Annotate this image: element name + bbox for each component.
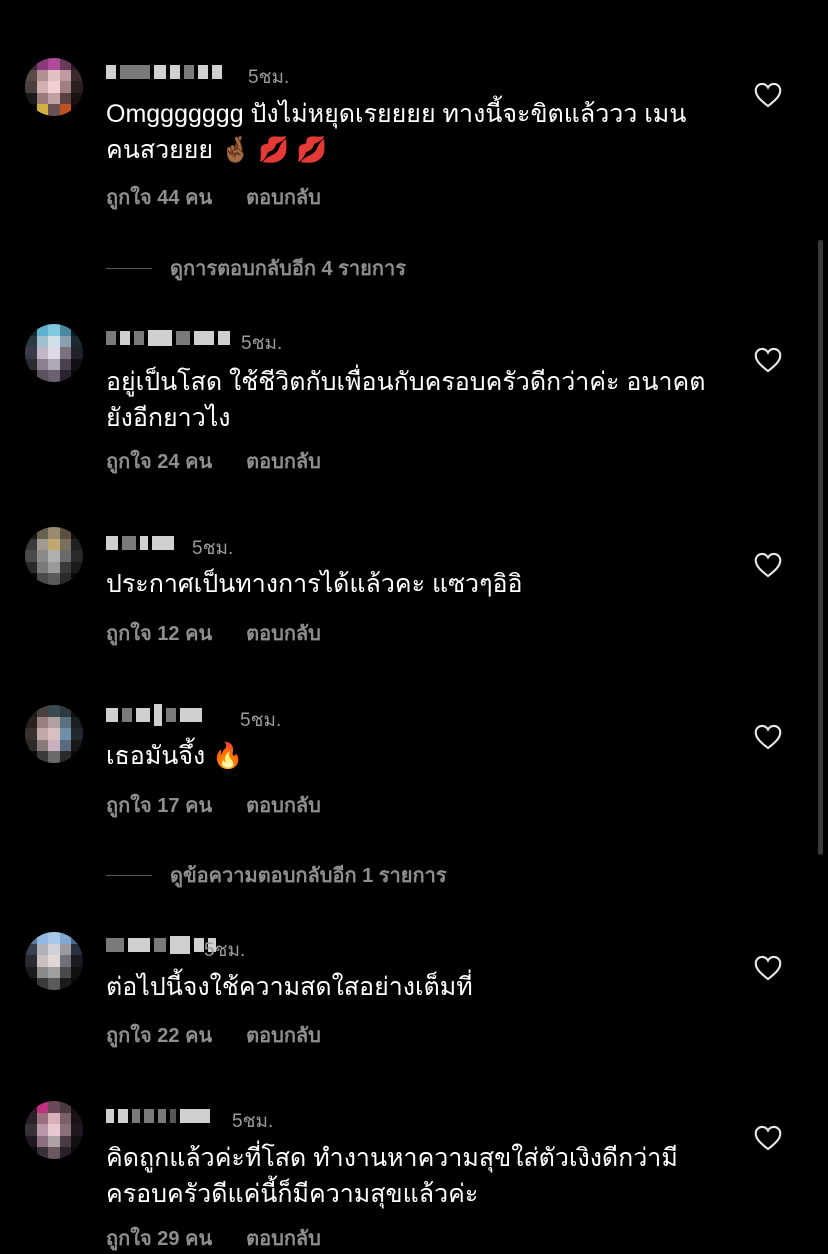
- view-replies-link[interactable]: ดูการตอบกลับอีก 4 รายการ: [106, 252, 406, 284]
- comment-time: 5ชม.: [240, 710, 282, 731]
- view-replies-link[interactable]: ดูข้อความตอบกลับอีก 1 รายการ: [106, 859, 447, 891]
- heart-outline-icon[interactable]: [754, 1125, 782, 1151]
- reply-button[interactable]: ตอบกลับ: [246, 1019, 321, 1051]
- divider: [106, 267, 152, 269]
- comment-time: 5ชม.: [192, 538, 234, 559]
- like-count[interactable]: ถูกใจ 17 คน: [106, 789, 212, 821]
- like-count[interactable]: ถูกใจ 44 คน: [106, 181, 212, 213]
- avatar[interactable]: [25, 932, 83, 990]
- reply-button[interactable]: ตอบกลับ: [246, 181, 321, 213]
- comment-text: Omggggggg ปังไม่หยุดเรยยยย ทางนี้จะขิตแล…: [106, 100, 687, 164]
- heart-outline-icon[interactable]: [754, 552, 782, 578]
- comment-text: ประกาศเป็นทางการได้แล้วคะ แซวๆอิอิ: [106, 570, 523, 598]
- comment-meta: ถูกใจ 22 คน ตอบกลับ: [106, 1019, 321, 1051]
- like-count[interactable]: ถูกใจ 12 คน: [106, 617, 212, 649]
- comment-time: 5ชม.: [241, 333, 283, 354]
- reply-button[interactable]: ตอบกลับ: [246, 617, 321, 649]
- reply-button[interactable]: ตอบกลับ: [246, 445, 321, 477]
- heart-outline-icon[interactable]: [754, 955, 782, 981]
- heart-outline-icon[interactable]: [754, 724, 782, 750]
- username-redacted[interactable]: [106, 704, 202, 726]
- reply-button[interactable]: ตอบกลับ: [246, 1222, 321, 1254]
- username-redacted[interactable]: [106, 1108, 210, 1124]
- username-redacted[interactable]: [106, 535, 174, 551]
- avatar[interactable]: [25, 58, 83, 116]
- comment-text: อยู่เป็นโสด ใช้ชีวิตกับเพื่อนกับครอบครัว…: [106, 368, 706, 432]
- avatar[interactable]: [25, 1101, 83, 1159]
- heart-outline-icon[interactable]: [754, 347, 782, 373]
- comment-meta: ถูกใจ 44 คน ตอบกลับ: [106, 181, 321, 213]
- username-redacted[interactable]: [106, 936, 216, 954]
- like-count[interactable]: ถูกใจ 29 คน: [106, 1222, 212, 1254]
- like-count[interactable]: ถูกใจ 24 คน: [106, 445, 212, 477]
- avatar[interactable]: [25, 705, 83, 763]
- comment-time: 5ชม.: [248, 67, 290, 88]
- view-replies-label: ดูข้อความตอบกลับอีก 1 รายการ: [170, 865, 447, 887]
- reply-button[interactable]: ตอบกลับ: [246, 789, 321, 821]
- comment-meta: ถูกใจ 29 คน ตอบกลับ: [106, 1222, 321, 1254]
- comment-meta: ถูกใจ 17 คน ตอบกลับ: [106, 789, 321, 821]
- username-redacted[interactable]: [106, 330, 230, 346]
- username-redacted[interactable]: [106, 64, 222, 80]
- scrollbar[interactable]: [818, 240, 823, 855]
- view-replies-label: ดูการตอบกลับอีก 4 รายการ: [170, 258, 406, 280]
- heart-outline-icon[interactable]: [754, 82, 782, 108]
- comment-time: 5ชม.: [232, 1111, 274, 1132]
- comment-meta: ถูกใจ 12 คน ตอบกลับ: [106, 617, 321, 649]
- avatar[interactable]: [25, 527, 83, 585]
- comment-time: 5ชม.: [204, 940, 246, 961]
- divider: [106, 874, 152, 876]
- avatar[interactable]: [25, 324, 83, 382]
- like-count[interactable]: ถูกใจ 22 คน: [106, 1019, 212, 1051]
- comment-text: เธอมันจึ้ง 🔥: [106, 742, 244, 770]
- comment-meta: ถูกใจ 24 คน ตอบกลับ: [106, 445, 321, 477]
- comment-text: คิดถูกแล้วค่ะที่โสด ทำงานหาความสุขใส่ตัว…: [106, 1144, 678, 1208]
- comment-text: ต่อไปนี้จงใช้ความสดใสอย่างเต็มที่: [106, 973, 473, 1001]
